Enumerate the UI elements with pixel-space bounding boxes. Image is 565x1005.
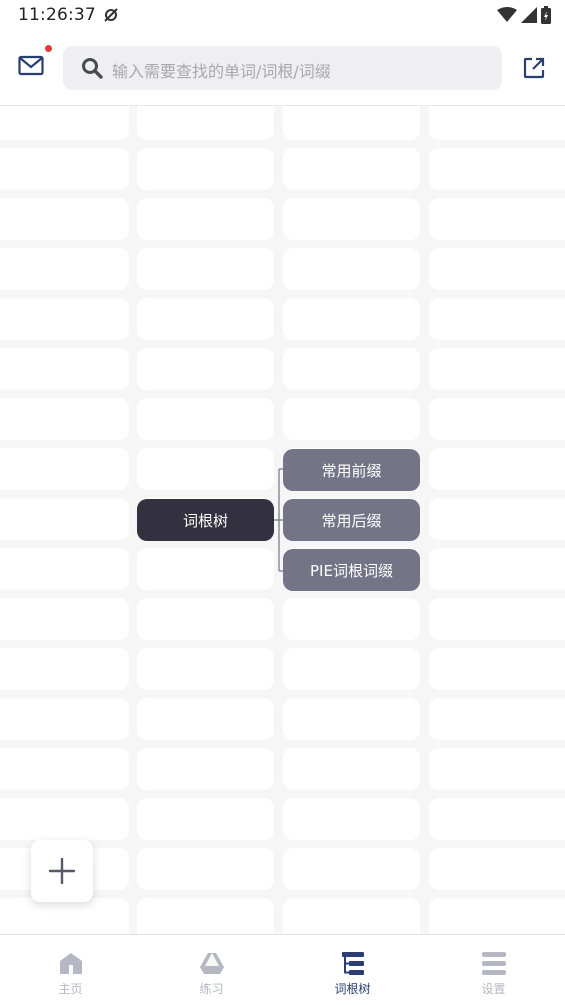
search-input[interactable]: 输入需要查找的单词/词根/词缀 (63, 46, 502, 90)
plus-icon (49, 858, 75, 884)
bottom-nav: 主页 练习 词根树 设置 (0, 934, 565, 1005)
nav-item-home[interactable]: 主页 (0, 935, 141, 1005)
mail-icon (18, 55, 44, 76)
tree-node-suffix[interactable]: 常用后缀 (283, 499, 420, 541)
status-icons (497, 6, 551, 24)
status-bar: 11:26:37 (0, 0, 565, 32)
external-link-icon (523, 57, 545, 79)
tree-node-root[interactable]: 词根树 (137, 499, 274, 541)
tree-node-pie[interactable]: PIE词根词缀 (283, 549, 420, 591)
battery-icon (541, 6, 551, 24)
mail-button[interactable] (18, 45, 52, 79)
menu-icon (481, 952, 506, 975)
search-icon (82, 58, 103, 79)
nav-label-settings: 设置 (481, 982, 506, 996)
home-icon (59, 953, 82, 974)
nav-label-practice: 练习 (199, 982, 224, 996)
tree-icon (341, 952, 364, 975)
tree-node-prefix[interactable]: 常用前缀 (283, 449, 420, 491)
status-time: 11:26:37 (18, 5, 96, 25)
nav-item-settings[interactable]: 设置 (423, 935, 564, 1005)
sync-off-icon (104, 8, 118, 22)
app-header: 输入需要查找的单词/词根/词缀 (0, 32, 565, 106)
nav-label-home: 主页 (58, 982, 83, 996)
tree-canvas[interactable]: 词根树 常用前缀 常用后缀 PIE词根词缀 (0, 106, 565, 934)
share-button[interactable] (522, 56, 546, 80)
practice-icon (199, 953, 224, 974)
add-button[interactable] (31, 840, 93, 902)
signal-icon (521, 7, 537, 23)
unread-dot (45, 45, 52, 52)
wifi-icon (497, 7, 517, 22)
nav-item-tree[interactable]: 词根树 (282, 935, 423, 1005)
search-placeholder: 输入需要查找的单词/词根/词缀 (112, 62, 331, 81)
nav-label-tree: 词根树 (334, 982, 371, 996)
nav-item-practice[interactable]: 练习 (141, 935, 282, 1005)
